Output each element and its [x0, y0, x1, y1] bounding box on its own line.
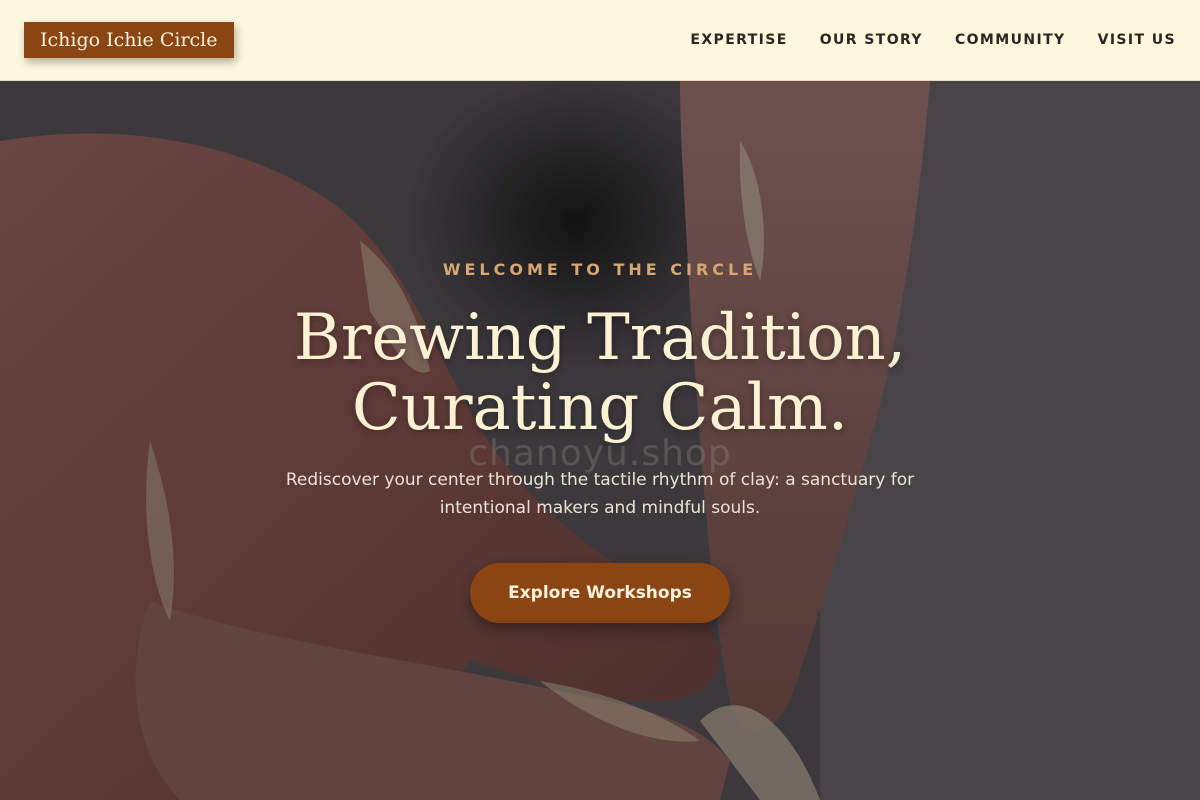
nav-expertise[interactable]: EXPERTISE: [690, 32, 787, 48]
main-nav: EXPERTISE OUR STORY COMMUNITY VISIT US: [658, 32, 1176, 48]
logo[interactable]: Ichigo Ichie Circle: [24, 22, 234, 58]
hero-kicker: WELCOME TO THE CIRCLE: [442, 260, 758, 279]
hero-headline-line1: Brewing Tradition,: [293, 301, 907, 375]
hero-subtitle: Rediscover your center through the tacti…: [285, 470, 915, 518]
nav-community[interactable]: COMMUNITY: [955, 32, 1066, 48]
hero-content: WELCOME TO THE CIRCLE Brewing Tradition,…: [0, 81, 1200, 800]
hero-headline: Brewing Tradition, Curating Calm.: [0, 303, 1200, 443]
explore-workshops-button[interactable]: Explore Workshops: [470, 563, 730, 623]
site-header: Ichigo Ichie Circle EXPERTISE OUR STORY …: [0, 0, 1200, 81]
nav-our-story[interactable]: OUR STORY: [820, 32, 923, 48]
nav-visit-us[interactable]: VISIT US: [1098, 32, 1176, 48]
hero-section: WELCOME TO THE CIRCLE Brewing Tradition,…: [0, 81, 1200, 800]
